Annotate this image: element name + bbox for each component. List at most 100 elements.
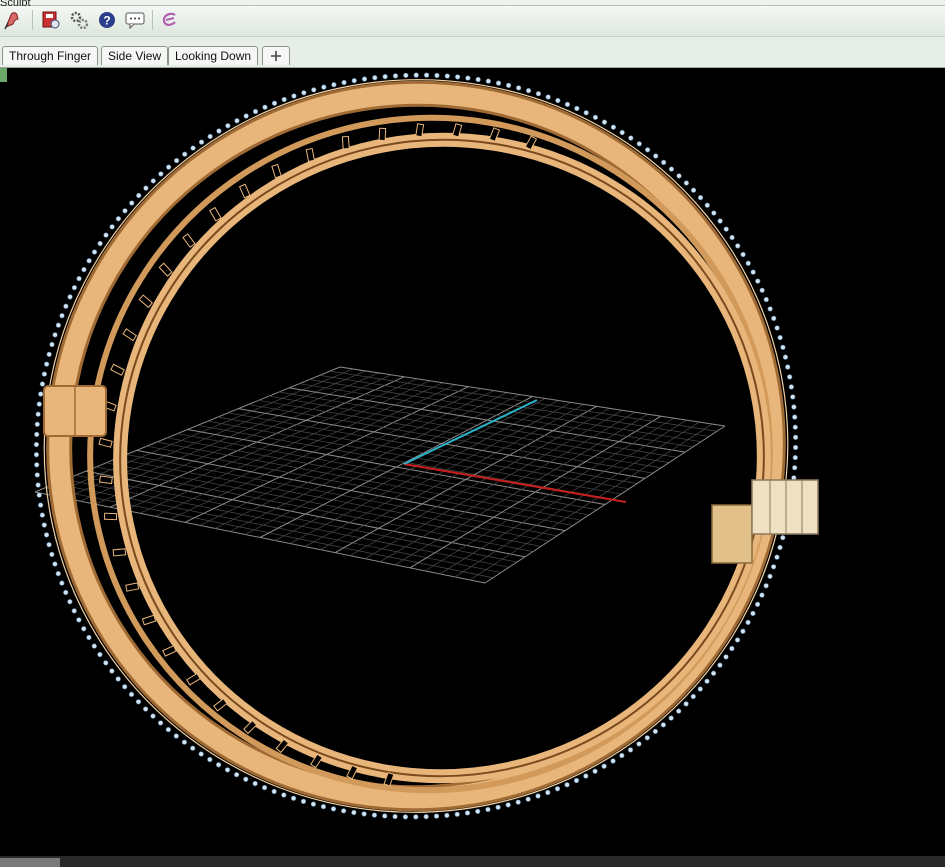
diamond-stone [36,492,42,498]
diamond-stone [661,159,667,166]
diamond-stone [392,73,399,79]
diamond-stone [129,200,135,206]
diamond-stone [697,195,704,201]
diamond-stone [198,751,204,757]
toolbar-separator [152,10,153,30]
diamond-stone [787,374,793,380]
clasp-box [711,504,753,564]
settings-icon[interactable] [68,9,90,31]
diamond-stone [281,96,287,103]
diamond-stone [128,691,135,697]
diamond-stone [67,599,73,605]
diamond-stone [423,814,429,820]
diamond-stone [371,812,378,818]
diamond-stone [76,617,82,623]
diamond-stone [610,758,616,764]
diamond-stone [243,113,249,119]
comment-icon[interactable] [124,9,146,31]
diamond-stone [34,431,40,438]
status-bar [0,856,945,867]
diamond-stone [382,813,388,819]
viewport[interactable] [0,68,945,856]
diamond-stone [97,240,103,247]
diamond-stone [290,795,297,801]
diamond-stone [535,793,541,799]
diamond-stone [723,226,729,232]
diamond-stone [341,808,347,814]
diamond-stone [190,745,196,751]
channel-slot [141,614,157,626]
diamond-stone [207,133,213,140]
tab-looking-down[interactable]: Looking Down [168,46,259,65]
scrollbar-thumb[interactable] [0,858,60,867]
diamond-stone [262,104,268,110]
diamond-stone [261,785,268,791]
diamond-stone [136,192,142,199]
diamond-stone [505,802,511,808]
diamond-stone [392,813,398,820]
diamond-stone [86,258,92,264]
diamond-stone [71,285,78,291]
diamond-stone [592,768,598,774]
diamond-stone [115,216,122,222]
diamond-stone [36,401,42,407]
diamond-stone [55,322,61,328]
diamond-stone [252,108,259,115]
bangle-model[interactable] [0,68,856,856]
channel-slot [99,475,113,485]
diamond-stone [81,626,87,632]
diamond-stone [331,82,337,88]
diamond-stone [46,542,52,548]
tab-side-view[interactable]: Side View [101,46,169,65]
diamond-stone [755,278,761,284]
diamond-stone [485,78,491,84]
channel-slot [158,262,173,277]
record-icon[interactable] [40,9,62,31]
diamond-stone [444,812,450,818]
diamond-stone [224,767,231,773]
diamond-stone [644,147,651,153]
add-viewport-icon[interactable] [262,46,290,65]
bangle-outer-edge [43,79,789,813]
sculpt-brush-icon[interactable] [2,9,24,31]
diamond-stone [341,79,347,86]
diamond-stone [729,645,735,652]
diamond-stone [583,110,589,116]
diamond-stone [792,465,798,471]
diamond-stone [792,434,799,440]
diamond-stone [115,676,121,682]
diamond-stone [122,208,128,214]
diamond-stone [38,502,44,508]
clasp-tongue [751,479,819,535]
toolbar-separator [32,10,33,30]
grasshopper-icon[interactable] [158,9,180,31]
channel-slot [271,163,282,179]
help-icon[interactable]: ? [96,9,118,31]
diamond-stone [158,171,164,177]
diamond-stone [320,804,327,810]
channel-slot [378,127,387,142]
tab-through-finger[interactable]: Through Finger [2,46,99,65]
diamond-stone [41,522,47,528]
diamond-stone [49,551,55,558]
diamond-stone [636,741,642,747]
viewport-scene[interactable] [0,68,945,856]
diamond-stone [291,93,297,99]
diamond-stone [173,733,179,739]
diamond-stone [717,218,723,224]
diamond-stone [745,619,751,626]
channel-slot [275,738,290,754]
diamond-stone [723,654,729,660]
diamond-stone [301,90,307,96]
diamond-stone [351,809,357,816]
diamond-stone [122,684,128,690]
channel-slot [110,363,125,376]
diamond-stone [67,294,73,300]
diamond-stone [35,482,41,488]
diamond-stone [754,601,761,607]
diamond-stone [361,811,367,817]
viewport-menu-marker[interactable] [0,68,7,82]
diamond-stone [34,421,40,427]
diamond-stone [444,73,450,79]
world-axes [403,399,627,503]
